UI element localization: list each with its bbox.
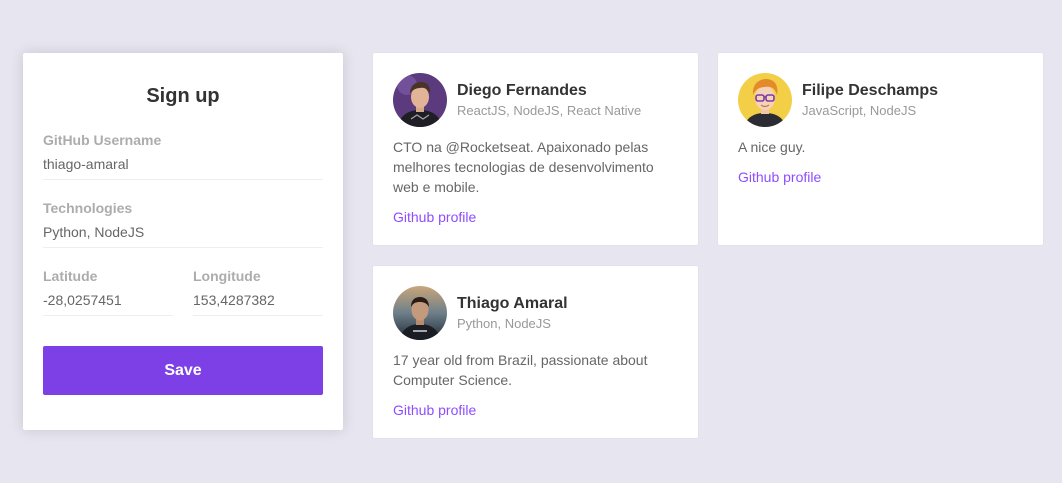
github-profile-link[interactable]: Github profile: [393, 207, 476, 227]
user-name: Filipe Deschamps: [802, 82, 939, 99]
longitude-input[interactable]: [193, 284, 323, 316]
user-techs: ReactJS, NodeJS, React Native: [457, 103, 642, 118]
dev-card-header: Thiago Amaral Python, NodeJS: [393, 286, 678, 340]
github-username-input[interactable]: [43, 148, 323, 180]
user-name: Diego Fernandes: [457, 82, 587, 99]
longitude-label: Longitude: [193, 268, 261, 284]
latitude-input[interactable]: [43, 284, 173, 316]
user-bio: A nice guy.: [738, 139, 806, 155]
user-info: Diego Fernandes ReactJS, NodeJS, React N…: [457, 81, 641, 119]
user-bio: 17 year old from Brazil, passionate abou…: [393, 352, 648, 388]
cartoon-avatar-icon: [738, 73, 792, 127]
github-username-label: GitHub Username: [43, 132, 162, 148]
dev-card: Diego Fernandes ReactJS, NodeJS, React N…: [373, 53, 698, 245]
signup-title: Sign up: [146, 85, 220, 107]
github-profile-link[interactable]: Github profile: [393, 400, 476, 420]
person-photo-icon: [393, 286, 447, 340]
user-techs: Python, NodeJS: [457, 316, 551, 331]
technologies-input[interactable]: [43, 216, 323, 248]
github-profile-link[interactable]: Github profile: [738, 167, 821, 187]
signup-panel: Sign up GitHub Username Technologies Lat…: [23, 53, 343, 430]
dev-card: Thiago Amaral Python, NodeJS 17 year old…: [373, 266, 698, 438]
dev-card-header: Filipe Deschamps JavaScript, NodeJS: [738, 73, 1023, 127]
github-field: GitHub Username: [43, 132, 323, 180]
save-button[interactable]: Save: [43, 346, 323, 395]
dev-card-header: Diego Fernandes ReactJS, NodeJS, React N…: [393, 73, 678, 127]
person-photo-icon: [393, 73, 447, 127]
user-name: Thiago Amaral: [457, 295, 568, 312]
dev-card: Filipe Deschamps JavaScript, NodeJS A ni…: [718, 53, 1043, 245]
user-info: Thiago Amaral Python, NodeJS: [457, 294, 568, 332]
techs-field: Technologies: [43, 200, 323, 248]
latitude-field: Latitude: [43, 268, 173, 316]
user-bio: CTO na @Rocketseat. Apaixonado pelas mel…: [393, 139, 654, 195]
latitude-label: Latitude: [43, 268, 98, 284]
coordinates-group: Latitude Longitude: [43, 268, 323, 316]
user-techs: JavaScript, NodeJS: [802, 103, 917, 118]
user-info: Filipe Deschamps JavaScript, NodeJS: [802, 81, 938, 119]
longitude-field: Longitude: [193, 268, 323, 316]
technologies-label: Technologies: [43, 200, 133, 216]
